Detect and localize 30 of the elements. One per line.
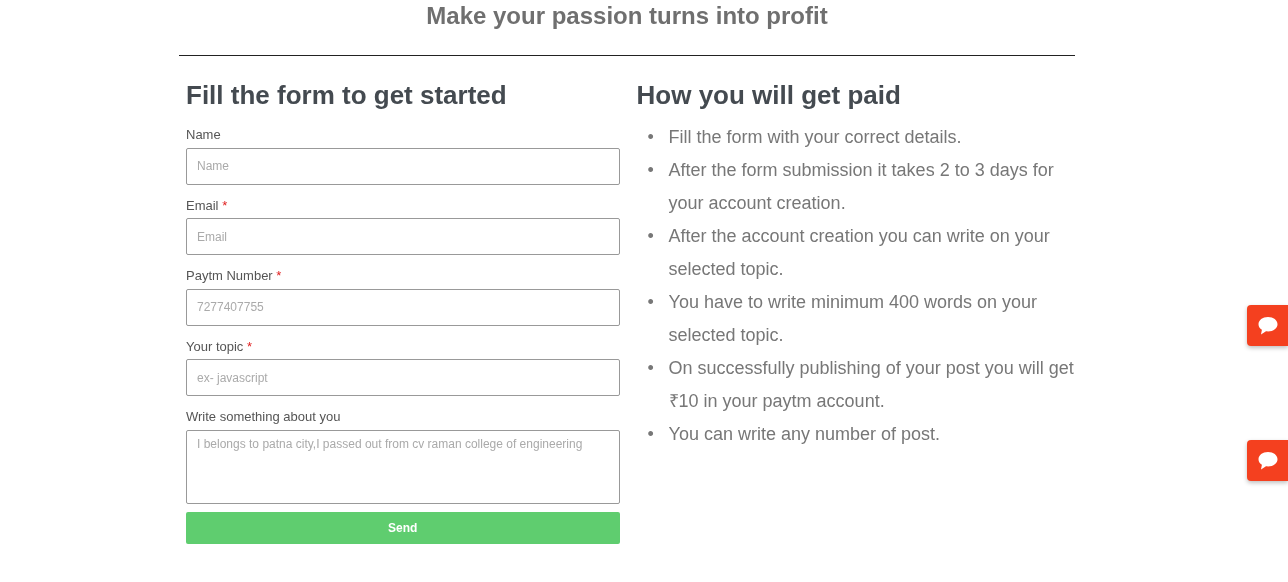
bullet: • [647, 127, 654, 148]
list-item: After the form submission it takes 2 to 3 days for your account creation. [668, 159, 1055, 216]
input-field[interactable]: ex- javascript [186, 359, 620, 397]
bullet: • [647, 358, 654, 379]
field-label: Your topic * [186, 337, 254, 356]
list-item: You can write any number of post. [668, 423, 941, 447]
page-title: Make your passion turns into profit [425, 1, 829, 31]
input-field[interactable]: 7277407755 [186, 288, 620, 326]
field-label: Paytm Number * [186, 267, 283, 286]
field-label: Name [186, 126, 222, 145]
input-field[interactable]: Name [186, 147, 620, 185]
form-heading: Fill the form to get started [186, 80, 508, 112]
bullet: • [647, 424, 654, 445]
bullet: • [647, 292, 654, 313]
list-item: On successfully publishing of your post you will get ₹10 in your paytm account. [668, 357, 1075, 414]
field-label: Write something about you [186, 408, 342, 427]
list-item: You have to write minimum 400 words on your selected topic. [668, 291, 1039, 348]
speech-bubble-icon [1256, 450, 1279, 471]
chat-button[interactable] [1247, 305, 1288, 346]
text-area[interactable]: I belongs to patna city,I passed out from cv raman college of engineering [186, 429, 620, 504]
input-field[interactable]: Email [186, 218, 620, 256]
list-item: Fill the form with your correct details. [668, 126, 962, 150]
section-heading: How you will get paid [636, 80, 902, 112]
list-item: After the account creation you can write on your selected topic. [668, 225, 1051, 282]
bullet: • [647, 160, 654, 181]
bullet: • [647, 226, 654, 247]
field-label: Email * [186, 196, 229, 215]
speech-bubble-icon [1256, 315, 1279, 336]
chat-button[interactable] [1247, 440, 1288, 481]
send-button[interactable]: Send [186, 511, 620, 544]
